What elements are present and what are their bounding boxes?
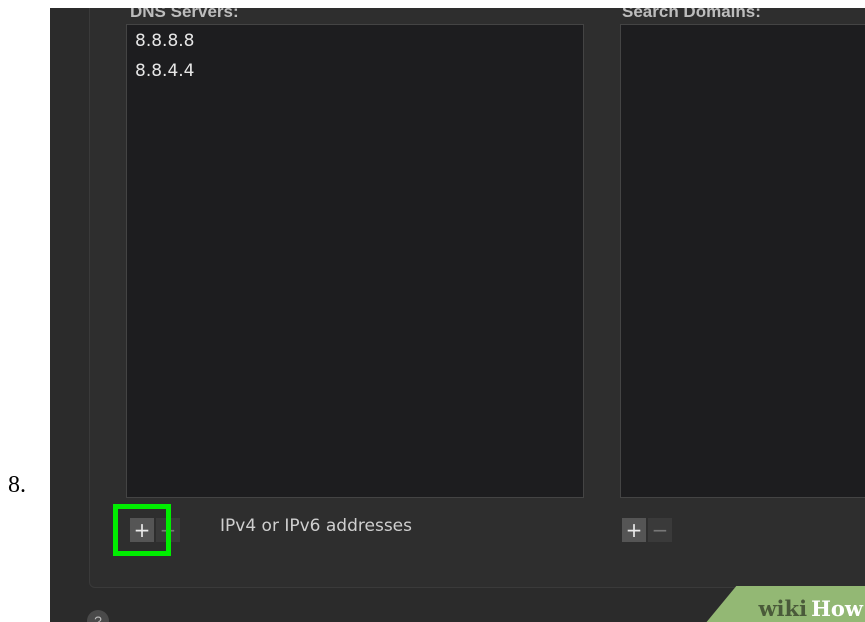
watermark-wiki: wiki [758,595,808,621]
dns-entry[interactable]: 8.8.8.8 [135,31,194,51]
dns-servers-header: DNS Servers: [130,8,239,21]
network-dns-settings-screenshot: DNS Servers: Search Domains: 8.8.8.8 8.8… [50,8,865,622]
add-button-highlight [113,504,171,556]
search-domain-buttons: + − [622,518,672,542]
step-number: 8. [8,472,26,498]
search-domains-list[interactable] [620,24,865,498]
watermark-how: How [811,595,863,621]
address-hint: IPv4 or IPv6 addresses [220,516,412,536]
dns-entry[interactable]: 8.8.4.4 [135,61,194,81]
help-icon[interactable]: ? [87,610,109,622]
dns-servers-list[interactable]: 8.8.8.8 8.8.4.4 [126,24,584,498]
add-search-domain-button[interactable]: + [622,518,646,542]
wikihow-watermark: wiki How [700,586,865,622]
remove-search-domain-button[interactable]: − [648,518,672,542]
search-domains-header: Search Domains: [622,8,761,21]
